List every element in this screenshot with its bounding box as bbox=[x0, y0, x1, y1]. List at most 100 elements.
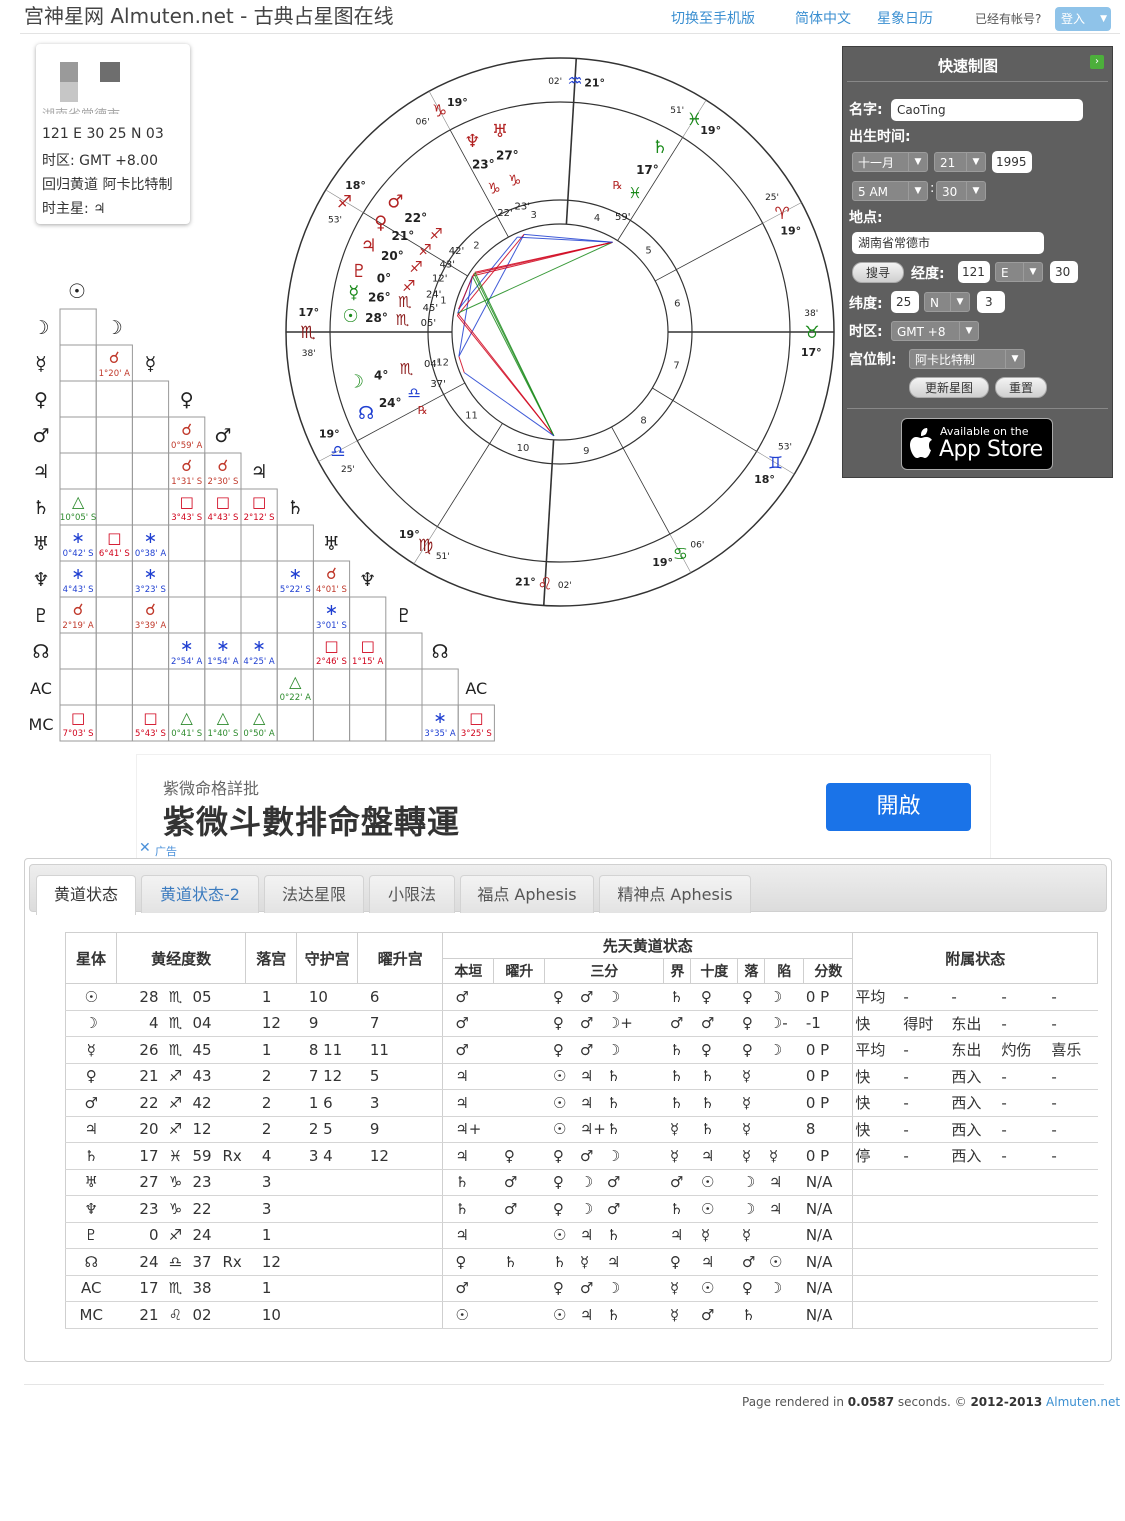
term-cell: ♄ bbox=[663, 1063, 691, 1090]
planet-degree: 28° bbox=[365, 311, 388, 325]
triplicity-ruler: ♃+ bbox=[579, 1120, 606, 1139]
chevron-down-icon: ▼ bbox=[1023, 263, 1042, 281]
exalt-cell bbox=[357, 1195, 443, 1223]
exa-cell bbox=[493, 1036, 545, 1064]
grid-cell bbox=[95, 560, 133, 598]
ephemeris-calendar-link[interactable]: 星象日历 bbox=[877, 8, 933, 28]
cusp-minute: 51' bbox=[436, 552, 450, 562]
longitude-deg: 20 bbox=[139, 1120, 159, 1139]
longitude-cell: 17 ♏ 38 bbox=[116, 1275, 246, 1302]
longitude-degree-input[interactable]: 121 bbox=[958, 261, 990, 283]
ad-open-button[interactable]: 開啟 bbox=[826, 783, 971, 831]
account-question: 已经有帐号? bbox=[975, 12, 1042, 26]
accidental-a3: - bbox=[1001, 1067, 1007, 1086]
day-select[interactable]: 21 ▼ bbox=[934, 152, 986, 172]
triplicity-ruler: ♃ bbox=[579, 1093, 594, 1112]
grid-cell bbox=[276, 632, 314, 670]
tab-ecliptic-status-2[interactable]: 黄道状态-2 bbox=[141, 875, 259, 913]
longitude-sign: ♏ bbox=[168, 1014, 183, 1033]
sub-header-score: 分数 bbox=[803, 958, 854, 984]
exa-cell bbox=[493, 1222, 545, 1249]
timezone-select[interactable]: GMT +8 ▼ bbox=[891, 321, 979, 341]
aspect-symbol: ∗ bbox=[252, 636, 265, 655]
latitude-minute-input[interactable]: 3 bbox=[977, 291, 1005, 313]
cusp-minute: 06' bbox=[690, 540, 704, 550]
triplicity-ruler: ♀ bbox=[552, 1173, 564, 1192]
accidental-a1: 得时 bbox=[903, 1014, 934, 1033]
longitude-sign: ♎ bbox=[168, 1252, 183, 1271]
mobile-version-link[interactable]: 切换至手机版 bbox=[671, 8, 755, 28]
ad-close-icon[interactable]: ✕ bbox=[139, 840, 151, 856]
score-cell: N/A bbox=[803, 1301, 853, 1329]
rules-cell bbox=[296, 1248, 358, 1276]
col-header-rules: 守护宫 bbox=[296, 932, 359, 984]
triplicity-ruler: ☽ bbox=[606, 1279, 621, 1298]
aspect-orb: 1°15' A bbox=[352, 657, 384, 667]
dom-cell: ♃ bbox=[442, 1063, 494, 1090]
longitude-minute-input[interactable]: 30 bbox=[1050, 261, 1078, 283]
longitude-min: 45 bbox=[192, 1040, 212, 1059]
house-cusp-line bbox=[611, 426, 671, 535]
term-cell: ♄ bbox=[663, 1089, 691, 1117]
longitude-sign: ♏ bbox=[168, 987, 183, 1006]
month-select[interactable]: 十一月 ▼ bbox=[852, 152, 928, 172]
longitude-direction-select[interactable]: E ▼ bbox=[995, 262, 1043, 282]
aspect-orb: 0°41' S bbox=[171, 729, 202, 739]
term-cell: ☿ bbox=[663, 1142, 691, 1170]
table-row: AC 17 ♏ 38 1 ♂ ♀ ♂ ☽ ☿ ☉ ♀ ☽ N/A bbox=[65, 1275, 1098, 1302]
accidental-a4: - bbox=[1051, 1067, 1057, 1086]
latitude-degree-input[interactable]: 25 bbox=[891, 291, 919, 313]
house-cell: 1 bbox=[245, 1275, 297, 1302]
planet-minute: 24' bbox=[426, 290, 441, 301]
latitude-label: 纬度: bbox=[849, 296, 883, 312]
tab-firdaria[interactable]: 法达星限 bbox=[264, 875, 364, 913]
p-cell: ♃ bbox=[65, 1116, 117, 1143]
aspect-orb: 1°54' A bbox=[207, 657, 239, 667]
tab-fortune-aphesis[interactable]: 福点 Aphesis bbox=[460, 875, 594, 913]
tab-spirit-aphesis[interactable]: 精神点 Aphesis bbox=[599, 875, 751, 913]
hour-select[interactable]: 5 AM ▼ bbox=[852, 181, 928, 201]
search-button[interactable]: 搜寻 bbox=[852, 262, 904, 283]
name-input[interactable]: CaoTing bbox=[891, 99, 1083, 121]
aspect-line bbox=[457, 241, 613, 314]
exa-cell: ♂ bbox=[493, 1195, 545, 1223]
exalt-cell bbox=[357, 1222, 443, 1249]
time-separator: : bbox=[930, 181, 935, 196]
footer-site-link[interactable]: Almuten.net bbox=[1046, 1395, 1120, 1409]
year-input[interactable]: 1995 bbox=[992, 151, 1032, 173]
triplicity-ruler: ♂ bbox=[579, 987, 594, 1006]
house-system-select[interactable]: 阿卡比特制 ▼ bbox=[909, 349, 1025, 369]
aspect-symbol: ∗ bbox=[144, 528, 157, 547]
ad-banner[interactable]: 紫微命格詳批 紫微斗數排命盤轉運 開啟 ✕ 广告 bbox=[136, 754, 991, 860]
exa-cell bbox=[493, 1275, 545, 1302]
aspect-symbol: □ bbox=[180, 493, 194, 511]
dom-cell: ♃ bbox=[442, 1089, 494, 1117]
language-link[interactable]: 简体中文 bbox=[795, 8, 851, 28]
collapse-icon[interactable]: › bbox=[1090, 55, 1104, 69]
app-store-badge[interactable]: Available on the App Store bbox=[901, 418, 1053, 470]
grid-row-label: ♇ bbox=[32, 605, 49, 627]
tab-ecliptic-status[interactable]: 黄道状态 bbox=[36, 875, 136, 915]
accidental-a3: - bbox=[1001, 1014, 1007, 1033]
login-button[interactable]: 登入 ▼ bbox=[1055, 7, 1111, 31]
minute-select[interactable]: 30 ▼ bbox=[936, 181, 986, 201]
dom-cell: ♄ bbox=[442, 1195, 494, 1223]
house-cell: 3 bbox=[245, 1195, 297, 1223]
rules-cell: 7 12 bbox=[296, 1063, 358, 1090]
quick-chart-title: 快速制图 bbox=[937, 57, 998, 75]
face-cell: ♂ bbox=[690, 1010, 738, 1037]
update-chart-button[interactable]: 更新星图 bbox=[909, 377, 989, 398]
longitude-min: 22 bbox=[192, 1199, 212, 1218]
reset-button[interactable]: 重置 bbox=[995, 377, 1047, 398]
longitude-min: 12 bbox=[192, 1120, 212, 1139]
table-row: ☉ 28 ♏ 05 1 10 6 ♂ ♀ ♂ ☽ ♄ ♀ ♀ ☽ 0 P 平均 - - - - bbox=[65, 983, 1098, 1011]
score-cell: N/A bbox=[803, 1195, 853, 1223]
grid-cell bbox=[385, 632, 423, 670]
place-input[interactable]: 湖南省常德市 bbox=[852, 232, 1044, 254]
house-cell: 2 bbox=[245, 1116, 297, 1143]
longitude-sign: ♐ bbox=[168, 1067, 183, 1086]
tab-profection[interactable]: 小限法 bbox=[369, 875, 455, 913]
cusp-sign: ♉ bbox=[804, 323, 819, 343]
latitude-direction-select[interactable]: N ▼ bbox=[924, 292, 970, 312]
accidental-sp: 停 bbox=[855, 1147, 871, 1166]
